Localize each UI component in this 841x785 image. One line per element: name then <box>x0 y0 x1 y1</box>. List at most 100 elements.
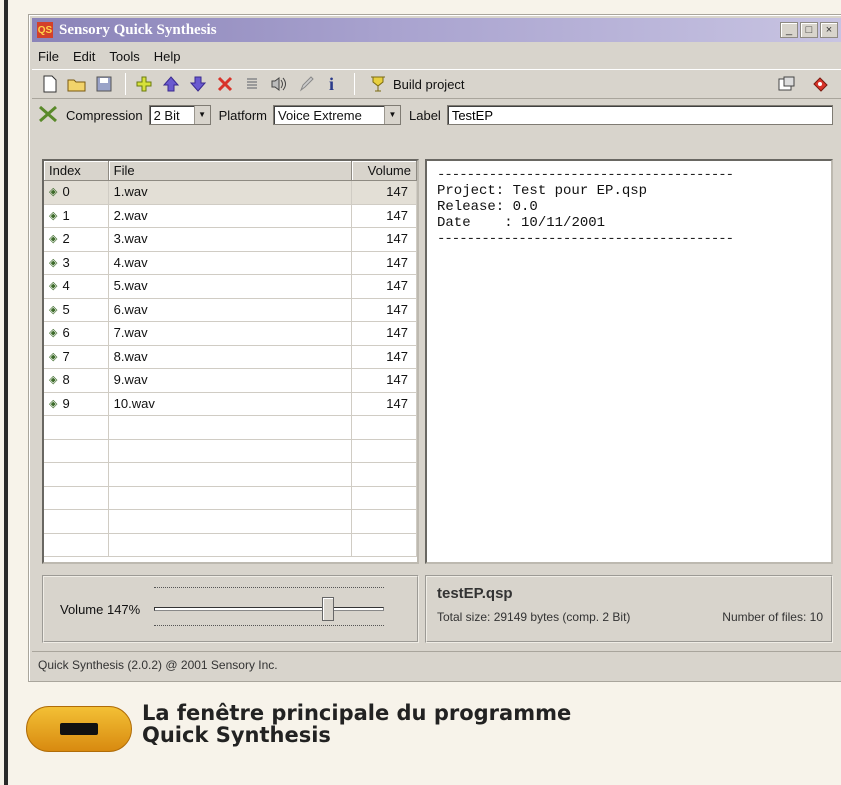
window-title: Sensory Quick Synthesis <box>59 21 217 38</box>
volume-slider[interactable] <box>154 585 385 633</box>
list-icon[interactable] <box>240 72 264 96</box>
caption-line-1: La fenêtre principale du programme <box>142 701 572 725</box>
slider-thumb[interactable] <box>322 597 335 621</box>
menu-help[interactable]: Help <box>154 49 181 64</box>
column-header-index[interactable]: Index <box>44 161 109 181</box>
new-file-icon[interactable] <box>38 72 62 96</box>
info-icon[interactable]: i <box>321 72 345 96</box>
minimize-button[interactable]: _ <box>780 22 798 38</box>
edit-icon[interactable] <box>294 72 318 96</box>
project-summary-panel: testEP.qsp Total size: 29149 bytes (comp… <box>425 575 833 643</box>
properties-icon[interactable] <box>775 72 799 96</box>
file-cell: 3.wav <box>109 228 353 251</box>
add-icon[interactable] <box>132 72 156 96</box>
menu-edit[interactable]: Edit <box>73 49 95 64</box>
compression-value: 2 Bit <box>153 107 180 123</box>
maximize-button[interactable]: □ <box>800 22 818 38</box>
volume-cell: 147 <box>352 275 417 298</box>
column-header-volume[interactable]: Volume <box>352 161 417 181</box>
voice-file-icon: ◈ <box>49 280 58 293</box>
index-value: 2 <box>62 231 70 247</box>
save-icon[interactable] <box>92 72 116 96</box>
volume-panel: Volume 147% <box>42 575 419 643</box>
compression-label: Compression <box>66 107 143 123</box>
volume-cell: 147 <box>352 228 417 251</box>
index-cell: ◈ 6 <box>44 322 109 345</box>
table-row[interactable]: ◈ 0 1.wav 147 <box>44 181 417 205</box>
table-row[interactable]: ◈ 4 5.wav 147 <box>44 275 417 299</box>
release-line: Release: 0.0 <box>437 199 831 215</box>
voice-file-icon: ◈ <box>49 186 58 199</box>
empty-table-row <box>44 463 417 487</box>
empty-table-row <box>44 510 417 534</box>
voice-file-icon: ◈ <box>49 327 58 340</box>
project-line: Project: Test pour EP.qsp <box>437 183 831 199</box>
build-icon <box>369 74 387 95</box>
table-row[interactable]: ◈ 2 3.wav 147 <box>44 228 417 252</box>
voice-file-icon: ◈ <box>49 233 58 246</box>
status-bar: Quick Synthesis (2.0.2) @ 2001 Sensory I… <box>32 651 841 677</box>
menu-file[interactable]: File <box>38 49 59 64</box>
titlebar[interactable]: QS Sensory Quick Synthesis _ □ × <box>32 18 841 42</box>
voice-file-icon: ◈ <box>49 374 58 387</box>
toolbar: i Build project <box>32 69 841 99</box>
slider-track[interactable] <box>154 607 385 611</box>
file-cell: 6.wav <box>109 298 353 321</box>
table-row[interactable]: ◈ 1 2.wav 147 <box>44 204 417 228</box>
separator-line: ---------------------------------------- <box>437 167 734 183</box>
compression-icon <box>38 105 58 126</box>
label-input[interactable] <box>446 105 833 125</box>
date-label: Date : <box>437 215 513 231</box>
total-size: Total size: 29149 bytes (comp. 2 Bit) <box>437 610 631 624</box>
platform-select[interactable]: Voice Extreme ▼ <box>273 105 401 125</box>
index-value: 5 <box>62 301 70 317</box>
table-row[interactable]: ◈ 6 7.wav 147 <box>44 322 417 346</box>
index-cell: ◈ 8 <box>44 369 109 392</box>
open-folder-icon[interactable] <box>65 72 89 96</box>
voice-file-icon: ◈ <box>49 397 58 410</box>
options-bar: Compression 2 Bit ▼ Platform Voice Extre… <box>32 101 841 129</box>
chevron-down-icon[interactable]: ▼ <box>384 106 400 124</box>
slider-ticks-bottom <box>154 625 385 631</box>
file-cell: 7.wav <box>109 322 353 345</box>
index-value: 0 <box>62 184 70 200</box>
index-cell: ◈ 3 <box>44 251 109 274</box>
file-cell: 4.wav <box>109 251 353 274</box>
slider-ticks-top <box>154 587 385 593</box>
label-label: Label <box>409 107 441 123</box>
table-row[interactable]: ◈ 7 8.wav 147 <box>44 345 417 369</box>
volume-cell: 147 <box>352 298 417 321</box>
table-row[interactable]: ◈ 9 10.wav 147 <box>44 392 417 416</box>
empty-table-row <box>44 439 417 463</box>
table-row[interactable]: ◈ 3 4.wav 147 <box>44 251 417 275</box>
menu-tools[interactable]: Tools <box>109 49 139 64</box>
index-cell: ◈ 1 <box>44 204 109 227</box>
page-frame: QS Sensory Quick Synthesis _ □ × File Ed… <box>4 0 841 785</box>
empty-table-row <box>44 416 417 440</box>
index-cell: ◈ 0 <box>44 181 109 204</box>
platform-value: Voice Extreme <box>278 107 362 123</box>
table-row[interactable]: ◈ 5 6.wav 147 <box>44 298 417 322</box>
compression-select[interactable]: 2 Bit ▼ <box>148 105 211 125</box>
file-cell: 1.wav <box>109 181 353 204</box>
file-cell: 5.wav <box>109 275 353 298</box>
speaker-icon[interactable] <box>267 72 291 96</box>
toolbar-separator <box>125 73 126 95</box>
column-header-file[interactable]: File <box>108 161 353 181</box>
build-project-button[interactable]: Build project <box>361 72 473 96</box>
chevron-down-icon[interactable]: ▼ <box>193 106 210 124</box>
close-button[interactable]: × <box>820 22 838 38</box>
move-up-icon[interactable] <box>159 72 183 96</box>
volume-label: Volume 147% <box>60 601 141 617</box>
project-info-panel[interactable]: ----------------------------------------… <box>425 159 833 564</box>
delete-icon[interactable] <box>213 72 237 96</box>
table-body: ◈ 0 1.wav 147 ◈ 1 2.wav 147 ◈ 2 3.wav 147 ◈ 3 4.wav 147… <box>44 181 417 557</box>
index-value: 9 <box>62 395 70 411</box>
exit-icon[interactable] <box>808 72 832 96</box>
window-controls: _ □ × <box>780 22 838 38</box>
file-cell: 9.wav <box>109 369 353 392</box>
move-down-icon[interactable] <box>186 72 210 96</box>
file-cell: 10.wav <box>109 392 353 415</box>
table-row[interactable]: ◈ 8 9.wav 147 <box>44 369 417 393</box>
number-of-files: Number of files: 10 <box>722 610 823 624</box>
